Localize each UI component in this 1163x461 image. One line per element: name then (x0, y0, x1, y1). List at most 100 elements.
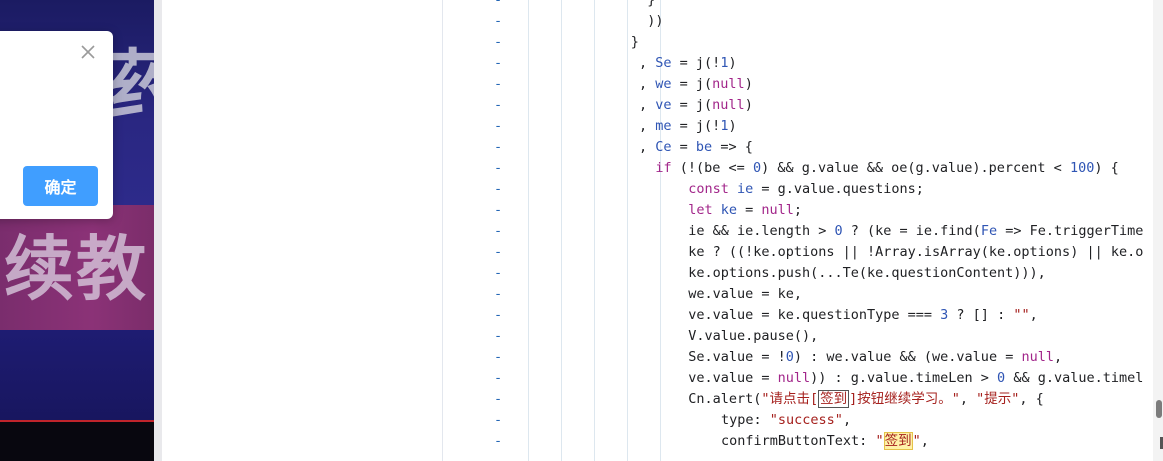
code-line: - if (!(be <= 0) && g.value && oe(g.value… (162, 158, 1163, 179)
diff-removed-marker: - (494, 265, 503, 281)
code-token: "success" (769, 412, 843, 428)
code-token: (!(be <= (671, 160, 753, 176)
code-token: null (712, 97, 745, 113)
code-line: - const ie = g.value.questions; (162, 179, 1163, 200)
diff-removed-marker: - (494, 55, 503, 71)
code-token: , (639, 118, 656, 134)
diff-removed-marker: - (494, 244, 503, 260)
code-token: " (912, 433, 921, 449)
code-token: null (1021, 349, 1054, 365)
code-token: , { (1019, 391, 1044, 407)
code-token: we.value = ke, (688, 286, 802, 302)
code-token: null (777, 370, 811, 386)
code-diff-view[interactable]: -} -)) -} -, Se = j(!1) -, we = j(null) -, ve… (162, 0, 1163, 461)
code-token: "提示" (976, 391, 1020, 407)
close-icon[interactable] (79, 43, 97, 61)
code-text: if (!(be <= 0) && g.value && oe(g.value)… (655, 158, 1118, 179)
code-line: - confirmButtonText: "签到", (162, 431, 1163, 452)
code-token: => { (712, 139, 753, 155)
diff-removed-marker: - (494, 139, 503, 155)
code-token: = j(! (671, 118, 721, 134)
code-token: ) && g.value && oe(g.value).percent < (761, 160, 1070, 176)
code-token: me (655, 118, 672, 134)
diff-removed-marker: - (494, 34, 503, 50)
diff-removed-marker: - (494, 0, 503, 8)
code-token: ke.options.push(...Te(ke.questionContent… (688, 265, 1046, 281)
code-text: Se.value = !0) : we.value && (we.value =… (688, 347, 1062, 368)
code-token: be (695, 139, 713, 155)
code-token: , (842, 412, 852, 428)
code-token: )) : g.value.timeLen > (810, 370, 998, 386)
code-token: Se (655, 55, 672, 71)
code-text: we.value = ke, (688, 284, 802, 305)
code-text: , we = j(null) (639, 74, 753, 95)
confirm-button[interactable]: 确定 (23, 166, 98, 206)
code-text: , Se = j(!1) (639, 53, 737, 74)
code-line: -)) (162, 11, 1163, 32)
code-token: ) (744, 76, 753, 92)
vertical-scrollbar[interactable] (1153, 0, 1163, 461)
code-token: } (630, 34, 639, 50)
code-token: ) { (1094, 160, 1119, 176)
code-token: 0 (834, 223, 843, 239)
code-text: ke.options.push(...Te(ke.questionContent… (688, 263, 1046, 284)
code-token: => Fe.triggerTime (997, 223, 1144, 239)
diff-removed-marker: - (494, 307, 503, 323)
code-token: null (712, 76, 745, 92)
code-text: confirmButtonText: "签到", (721, 431, 929, 452)
code-token: ? (ke = ie.find( (842, 223, 981, 239)
code-text: const ie = g.value.questions; (688, 179, 924, 200)
code-token: , (639, 139, 656, 155)
code-token: we (655, 76, 672, 92)
code-line: - ve.value = ke.questionType === 3 ? [] :… (162, 305, 1163, 326)
code-token: , (1029, 307, 1038, 323)
code-token: 100 (1069, 160, 1095, 176)
code-text: , me = j(!1) (639, 116, 737, 137)
code-token: , (639, 76, 656, 92)
code-token: && g.value.timel (1005, 370, 1144, 386)
code-token: , (920, 433, 929, 449)
code-line: - , Se = j(!1) (162, 53, 1163, 74)
code-text: V.value.pause(), (688, 326, 818, 347)
code-text: type: "success", (721, 410, 851, 431)
code-token: } (647, 0, 656, 8)
code-text: Cn.alert("请点击[签到]按钮继续学习。", "提示", { (688, 389, 1044, 410)
code-token: Cn.alert( (688, 391, 762, 407)
background-page: 药 续教 确定 (0, 0, 154, 461)
code-line: - ke.options.push(...Te(ke.questionConten… (162, 263, 1163, 284)
code-token: ve (655, 97, 672, 113)
code-line: - ke ? ((!ke.options || !Array.isArray(ke… (162, 242, 1163, 263)
code-line: - ve.value = null)) : g.value.timeLen > 0… (162, 368, 1163, 389)
code-token: ? [] : (948, 307, 1014, 323)
diff-removed-marker: - (494, 118, 503, 134)
code-token: , (959, 391, 977, 407)
code-line: -, we = j(null) (162, 74, 1163, 95)
code-token: ) (744, 97, 753, 113)
diff-removed-marker: - (494, 328, 503, 344)
diff-removed-marker: - (494, 97, 503, 113)
diff-removed-marker: - (494, 181, 503, 197)
code-line: - let ke = null; (162, 200, 1163, 221)
code-token: let (688, 202, 713, 218)
code-line: -, ve = j(null) (162, 95, 1163, 116)
diff-removed-marker: - (494, 76, 503, 92)
code-token: 0 (785, 349, 794, 365)
diff-removed-marker: - (494, 391, 503, 407)
code-line: - we.value = ke, (162, 284, 1163, 305)
code-token: = j( (671, 76, 713, 92)
scrollbar-thumb[interactable] (1156, 400, 1162, 418)
code-token: "请点击[ (761, 391, 819, 407)
code-text: } (631, 32, 639, 53)
code-token: = g.value.questions; (753, 181, 924, 197)
code-token: null (761, 202, 794, 218)
diff-removed-marker: - (494, 370, 503, 386)
diff-removed-marker: - (494, 160, 503, 176)
code-token: "" (1013, 307, 1030, 323)
diff-removed-marker: - (494, 412, 503, 428)
diff-removed-marker: - (494, 202, 503, 218)
code-line: - , me = j(!1) (162, 116, 1163, 137)
code-token: Ce (655, 139, 672, 155)
search-match-highlight: 签到 (883, 432, 913, 450)
